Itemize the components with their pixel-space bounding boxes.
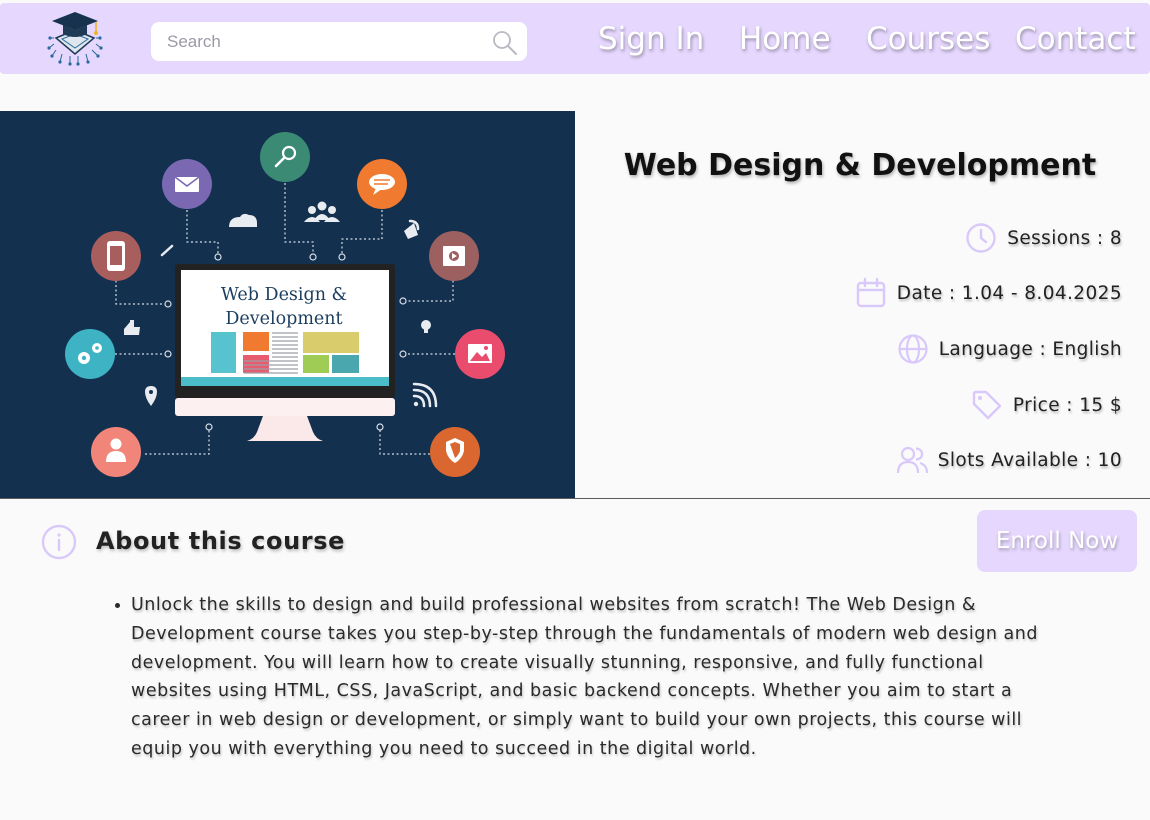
info-slots: Slots Available : 10 <box>896 444 1122 476</box>
navbar: Sign In Home Courses Contact <box>0 3 1150 74</box>
section-divider <box>0 498 1150 499</box>
tag-icon <box>972 390 1002 420</box>
clock-icon <box>966 223 996 253</box>
price-text: Price : 15 $ <box>1012 394 1122 416</box>
globe-icon <box>898 334 928 364</box>
info-date: Date : 1.04 - 8.04.2025 <box>855 277 1122 309</box>
info-language: Language : English <box>897 333 1122 365</box>
sessions-text: Sessions : 8 <box>1007 227 1122 249</box>
nav-sign-in[interactable]: Sign In <box>598 21 704 57</box>
language-text: Language : English <box>938 338 1122 360</box>
about-title: About this course <box>96 527 345 555</box>
logo-icon[interactable] <box>46 8 104 66</box>
about-description: Unlock the skills to design and build pr… <box>112 591 1042 764</box>
nav-courses[interactable]: Courses <box>866 21 990 57</box>
search-bar <box>151 22 527 61</box>
info-icon <box>41 524 77 560</box>
enroll-now-button[interactable]: Enroll Now <box>977 510 1137 572</box>
search-input[interactable] <box>167 30 477 54</box>
image-title-line2: Development <box>225 309 342 329</box>
info-sessions: Sessions : 8 <box>965 222 1122 254</box>
course-title: Web Design & Development <box>623 148 1097 183</box>
nav-contact[interactable]: Contact <box>1015 21 1136 57</box>
web-design-illustration: Web Design & Development <box>65 132 505 477</box>
nav-home[interactable]: Home <box>739 21 831 57</box>
slots-text: Slots Available : 10 <box>937 449 1122 471</box>
about-description-list: Unlock the skills to design and build pr… <box>112 591 1042 764</box>
date-text: Date : 1.04 - 8.04.2025 <box>896 282 1122 304</box>
calendar-icon <box>856 277 885 308</box>
users-icon <box>896 446 928 474</box>
course-image: Web Design & Development <box>0 111 575 499</box>
info-price: Price : 15 $ <box>971 389 1122 421</box>
image-title-line1: Web Design & <box>221 285 347 305</box>
search-icon[interactable] <box>492 30 518 56</box>
